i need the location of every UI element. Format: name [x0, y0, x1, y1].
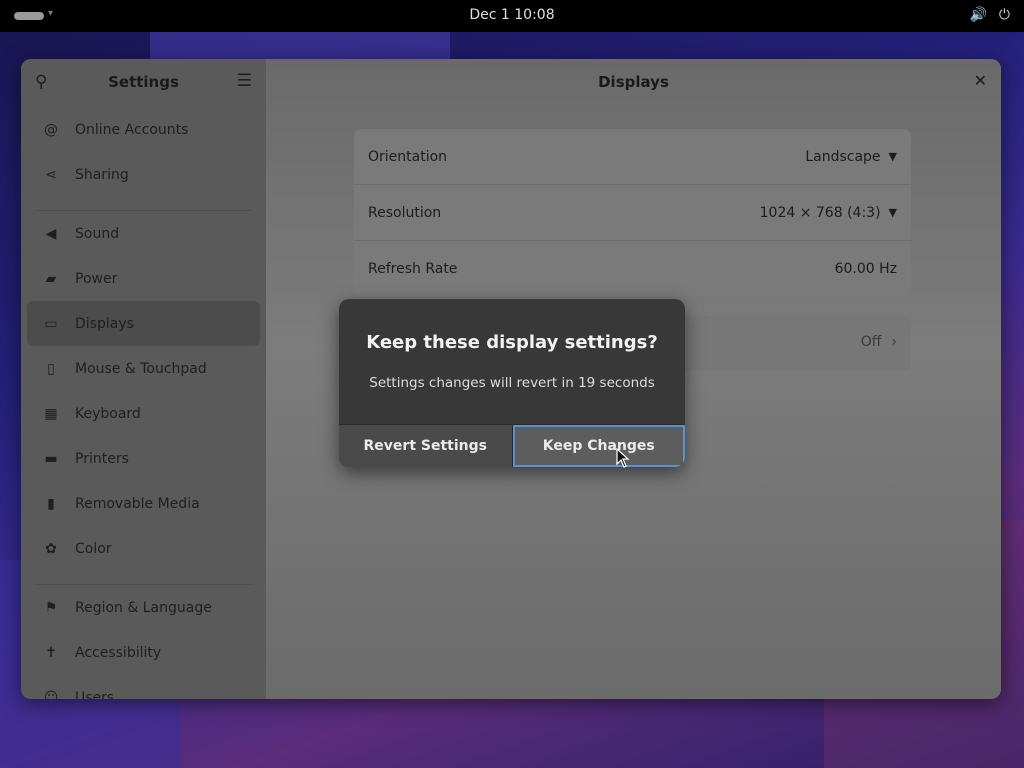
color-icon: ✿	[45, 540, 57, 557]
orientation-row[interactable]: Orientation Landscape ▼	[354, 129, 911, 185]
sidebar-item-sharing[interactable]: ⋖ Sharing	[27, 152, 260, 197]
display-settings-card: Orientation Landscape ▼ Resolution 1024 ×…	[354, 129, 911, 296]
sidebar: ⚲ Settings ☰ @ Online Accounts ⋖ Sharing ◀…	[21, 59, 266, 699]
revert-settings-button[interactable]: Revert Settings	[339, 425, 513, 467]
confirm-display-dialog: Keep these display settings? Settings ch…	[339, 299, 685, 467]
usb-drive-icon: ▮	[47, 495, 55, 512]
sidebar-item-label: Color	[75, 540, 112, 557]
sidebar-list: @ Online Accounts ⋖ Sharing ◀ Sound ▰ Power …	[27, 107, 260, 699]
dialog-title: Keep these display settings?	[366, 332, 658, 353]
refresh-rate-value: 60.00 Hz	[834, 260, 897, 277]
chevron-right-icon: ›	[891, 334, 897, 350]
mouse-icon: ▯	[47, 360, 55, 377]
sidebar-item-label: Printers	[75, 450, 129, 467]
battery-icon: ▰	[45, 270, 57, 287]
clock[interactable]: Dec 1 10:08	[0, 7, 1024, 23]
flag-icon: ⚑	[44, 599, 58, 616]
user-icon: ☺	[43, 689, 59, 700]
sidebar-title: Settings	[108, 73, 179, 91]
resolution-value: 1024 × 768 (4:3)	[759, 204, 881, 221]
page-title: Displays	[598, 73, 669, 91]
share-icon: ⋖	[45, 166, 57, 183]
power-icon[interactable]: ⏻	[999, 7, 1010, 23]
close-icon[interactable]: ✕	[974, 71, 987, 90]
sidebar-separator	[35, 197, 252, 211]
system-tray[interactable]: 🔊 ⏻	[969, 7, 1010, 23]
sidebar-item-label: Sound	[75, 225, 120, 242]
sidebar-item-region-language[interactable]: ⚑ Region & Language	[27, 585, 260, 630]
sidebar-item-color[interactable]: ✿ Color	[27, 526, 260, 571]
dropdown-arrow-icon: ▼	[888, 206, 897, 219]
sidebar-item-label: Keyboard	[75, 405, 141, 422]
sidebar-item-accessibility[interactable]: ✝ Accessibility	[27, 630, 260, 675]
resolution-row[interactable]: Resolution 1024 × 768 (4:3) ▼	[354, 185, 911, 241]
volume-icon[interactable]: 🔊	[969, 7, 986, 23]
monitor-icon: ▭	[44, 315, 58, 332]
orientation-value: Landscape	[805, 148, 881, 165]
dialog-message: Settings changes will revert in 19 secon…	[369, 375, 655, 391]
hamburger-menu-icon[interactable]: ☰	[237, 71, 252, 91]
sidebar-item-power[interactable]: ▰ Power	[27, 256, 260, 301]
speaker-icon: ◀	[45, 225, 57, 242]
sidebar-item-label: Displays	[75, 315, 134, 332]
top-bar: ▾ Dec 1 10:08 🔊 ⏻	[0, 0, 1024, 32]
sidebar-item-mouse-touchpad[interactable]: ▯ Mouse & Touchpad	[27, 346, 260, 391]
sidebar-item-label: Users	[75, 689, 115, 700]
sidebar-item-removable-media[interactable]: ▮ Removable Media	[27, 481, 260, 526]
sidebar-item-keyboard[interactable]: ▦ Keyboard	[27, 391, 260, 436]
sidebar-item-label: Power	[75, 270, 118, 287]
sidebar-item-online-accounts[interactable]: @ Online Accounts	[27, 107, 260, 152]
sidebar-item-label: Accessibility	[75, 644, 162, 661]
sidebar-item-sound[interactable]: ◀ Sound	[27, 211, 260, 256]
refresh-rate-label: Refresh Rate	[368, 260, 458, 277]
sidebar-header: ⚲ Settings ☰	[21, 59, 266, 105]
sidebar-separator	[35, 571, 252, 585]
accessibility-icon: ✝	[45, 644, 57, 661]
sidebar-item-displays[interactable]: ▭ Displays	[27, 301, 260, 346]
dropdown-arrow-icon: ▼	[888, 150, 897, 163]
sidebar-item-label: Sharing	[75, 166, 129, 183]
keep-changes-button[interactable]: Keep Changes	[512, 425, 685, 467]
printer-icon: ▬	[44, 450, 58, 467]
sidebar-item-label: Mouse & Touchpad	[75, 360, 207, 377]
at-icon: @	[44, 121, 58, 138]
dialog-buttons: Revert Settings Keep Changes	[339, 424, 685, 467]
sidebar-item-label: Removable Media	[75, 495, 200, 512]
sidebar-item-users[interactable]: ☺ Users	[27, 675, 260, 700]
sidebar-item-label: Online Accounts	[75, 121, 189, 138]
resolution-label: Resolution	[368, 204, 442, 221]
night-light-value: Off	[860, 334, 882, 350]
orientation-label: Orientation	[368, 148, 448, 165]
sidebar-item-printers[interactable]: ▬ Printers	[27, 436, 260, 481]
refresh-rate-row[interactable]: Refresh Rate 60.00 Hz	[354, 241, 911, 296]
sidebar-item-label: Region & Language	[75, 599, 212, 616]
keyboard-icon: ▦	[44, 405, 58, 422]
